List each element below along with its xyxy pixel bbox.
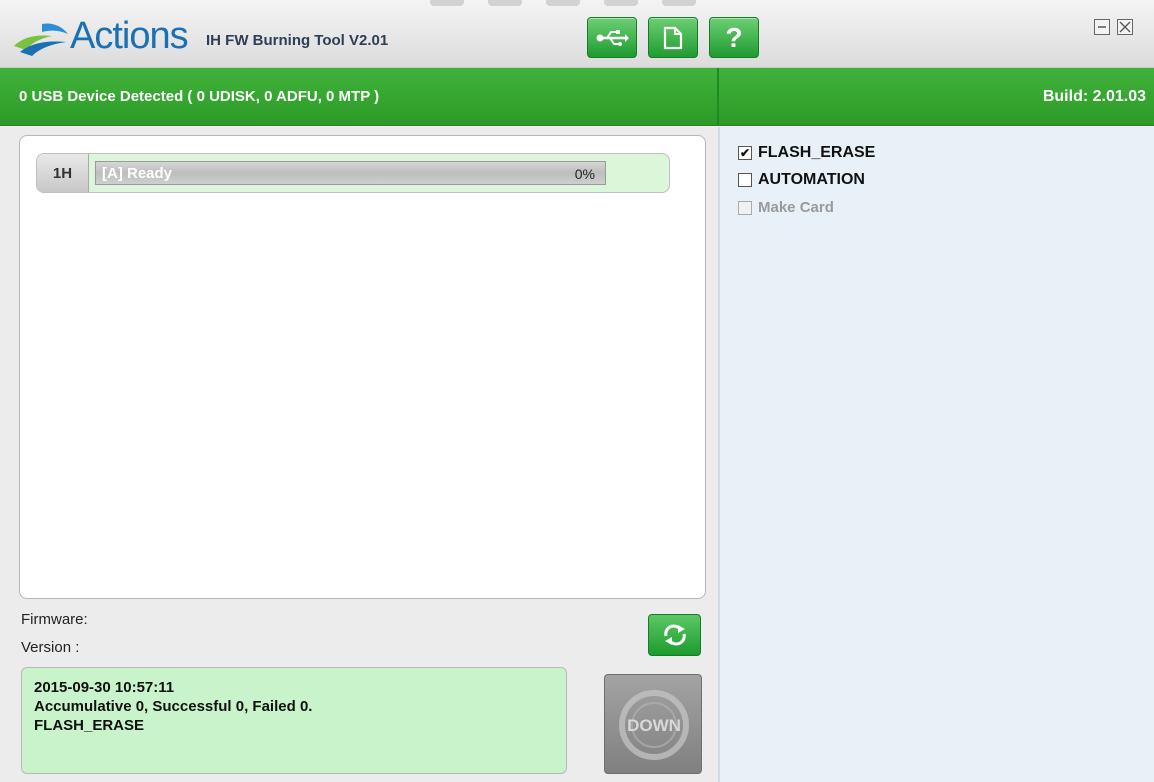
build-version: Build: 2.01.03	[1042, 88, 1146, 105]
option-label: AUTOMATION	[758, 171, 865, 188]
usb-button[interactable]	[587, 17, 637, 58]
drag-tab	[604, 0, 638, 6]
download-button[interactable]: DOWN	[604, 674, 702, 774]
file-icon	[663, 26, 683, 49]
help-icon: ?	[725, 21, 743, 53]
close-button[interactable]	[1117, 19, 1133, 35]
device-row[interactable]: 1H [A] Ready 0%	[36, 153, 670, 193]
log-mode: FLASH_ERASE	[34, 717, 145, 734]
log-summary: Accumulative 0, Successful 0, Failed 0.	[34, 698, 313, 715]
firmware-label: Firmware:	[21, 611, 88, 628]
download-icon: DOWN	[619, 690, 689, 760]
port-label: 1H	[37, 154, 89, 192]
log-box: 2015-09-30 10:57:11 Accumulative 0, Succ…	[21, 667, 567, 774]
minimize-icon	[1098, 26, 1106, 28]
drag-tab	[662, 0, 696, 6]
progress-bar: [A] Ready 0%	[95, 161, 606, 185]
file-button[interactable]	[648, 17, 698, 58]
option-label: FLASH_ERASE	[758, 144, 876, 161]
drag-tab	[488, 0, 522, 6]
device-status: [A] Ready	[102, 165, 173, 182]
close-icon	[1119, 21, 1131, 33]
download-label: DOWN	[627, 716, 681, 735]
option-label: Make Card	[758, 199, 834, 216]
drag-tab	[546, 0, 580, 6]
usb-icon	[596, 29, 629, 46]
flash-erase-checkbox[interactable]: ✔ FLASH_ERASE	[738, 144, 875, 162]
make-card-checkbox: Make Card	[738, 199, 834, 216]
refresh-icon	[663, 624, 686, 646]
drag-tab	[430, 0, 464, 6]
checkbox-unchecked-icon	[738, 200, 752, 215]
app-title: IH FW Burning Tool V2.01	[206, 32, 389, 49]
brand-name: Actions	[70, 15, 189, 57]
device-list: 1H [A] Ready 0%	[19, 135, 706, 599]
status-bar: 0 USB Device Detected ( 0 UDISK, 0 ADFU,…	[0, 68, 1154, 126]
progress-percent: 0%	[574, 166, 595, 182]
device-count-status: 0 USB Device Detected ( 0 UDISK, 0 ADFU,…	[19, 88, 380, 105]
checkbox-unchecked-icon	[738, 173, 752, 187]
refresh-button[interactable]	[648, 614, 701, 656]
actions-logo-icon	[14, 23, 68, 56]
version-label: Version :	[21, 639, 80, 656]
title-bar: Actions IH FW Burning Tool V2.01 ?	[0, 0, 1154, 68]
minimize-button[interactable]	[1094, 19, 1110, 35]
status-divider	[717, 68, 719, 126]
log-timestamp: 2015-09-30 10:57:11	[34, 679, 175, 696]
options-pane: ✔ FLASH_ERASE AUTOMATION Make Card	[718, 127, 1154, 782]
checkbox-checked-icon: ✔	[738, 146, 752, 160]
automation-checkbox[interactable]: AUTOMATION	[738, 171, 865, 189]
help-button[interactable]: ?	[709, 17, 759, 58]
left-pane: 1H [A] Ready 0% Firmware: Version : 2015…	[0, 127, 718, 782]
